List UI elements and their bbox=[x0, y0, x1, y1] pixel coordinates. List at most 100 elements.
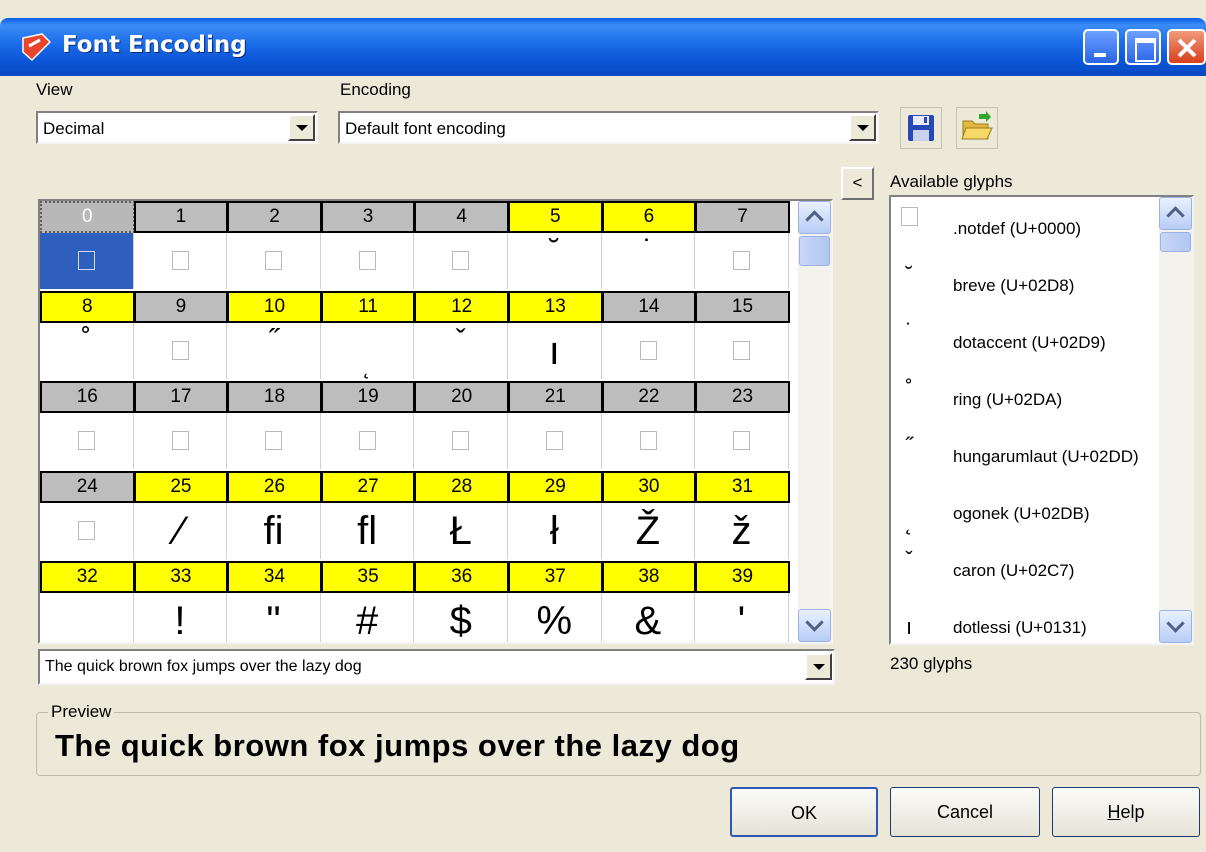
glyph-cell[interactable] bbox=[695, 323, 789, 379]
chevron-down-icon[interactable] bbox=[288, 114, 315, 141]
glyph-cell[interactable]: ˛ bbox=[321, 323, 415, 379]
glyph-cell[interactable] bbox=[602, 323, 696, 379]
scroll-thumb[interactable] bbox=[799, 236, 830, 266]
code-header[interactable]: 3 bbox=[320, 201, 416, 233]
code-header[interactable]: 32 bbox=[40, 561, 135, 593]
code-header[interactable]: 7 bbox=[695, 201, 790, 233]
glyph-cell[interactable] bbox=[227, 413, 321, 469]
code-header[interactable]: 5 bbox=[508, 201, 603, 233]
glyph-cell[interactable] bbox=[40, 413, 134, 469]
glyph-list-item[interactable]: ˙ dotaccent (U+02D9) bbox=[891, 311, 1156, 369]
glyph-cell[interactable] bbox=[40, 233, 134, 289]
glyph-cell[interactable] bbox=[321, 413, 415, 469]
collapse-panel-button[interactable]: < bbox=[841, 167, 874, 200]
code-header[interactable]: 0 bbox=[40, 201, 135, 233]
glyph-cell[interactable]: Ž bbox=[602, 503, 696, 559]
minimize-button[interactable] bbox=[1083, 29, 1119, 65]
code-header[interactable]: 20 bbox=[414, 381, 509, 413]
glyph-cell[interactable]: " bbox=[227, 593, 321, 642]
code-header[interactable]: 26 bbox=[227, 471, 322, 503]
glyph-cell[interactable]: ' bbox=[695, 593, 789, 642]
glyph-cell[interactable]: ˚ bbox=[40, 323, 134, 379]
code-header[interactable]: 29 bbox=[508, 471, 603, 503]
code-header[interactable]: 17 bbox=[133, 381, 229, 413]
view-select[interactable]: Decimal bbox=[36, 111, 318, 144]
glyph-cell[interactable]: ı bbox=[508, 323, 602, 379]
glyph-cell[interactable] bbox=[134, 323, 228, 379]
glyph-list-item[interactable]: ˘ breve (U+02D8) bbox=[891, 254, 1156, 312]
glyph-cell[interactable]: # bbox=[321, 593, 415, 642]
code-header[interactable]: 27 bbox=[320, 471, 416, 503]
glyph-list-item[interactable]: ˇ caron (U+02C7) bbox=[891, 539, 1156, 597]
open-button[interactable] bbox=[956, 107, 998, 149]
code-header[interactable]: 18 bbox=[227, 381, 322, 413]
glyph-cell[interactable]: Ł bbox=[414, 503, 508, 559]
help-button[interactable]: Help bbox=[1052, 787, 1200, 837]
code-header[interactable]: 12 bbox=[414, 291, 509, 323]
glyph-cell[interactable]: ˝ bbox=[227, 323, 321, 379]
code-header[interactable]: 14 bbox=[601, 291, 697, 323]
code-header[interactable]: 8 bbox=[40, 291, 135, 323]
code-header[interactable]: 39 bbox=[695, 561, 790, 593]
scroll-up-button[interactable] bbox=[1159, 197, 1192, 230]
sample-text-select[interactable]: The quick brown fox jumps over the lazy … bbox=[38, 649, 835, 685]
cancel-button[interactable]: Cancel bbox=[890, 787, 1040, 837]
glyph-cell[interactable]: ! bbox=[134, 593, 228, 642]
code-header[interactable]: 37 bbox=[508, 561, 603, 593]
encoding-select[interactable]: Default font encoding bbox=[338, 111, 879, 144]
save-button[interactable] bbox=[900, 107, 942, 149]
glyph-cell[interactable] bbox=[40, 503, 134, 559]
glyph-cell[interactable] bbox=[134, 413, 228, 469]
glyph-cell[interactable]: & bbox=[602, 593, 696, 642]
code-header[interactable]: 1 bbox=[133, 201, 229, 233]
code-header[interactable]: 25 bbox=[133, 471, 229, 503]
glyph-cell[interactable]: % bbox=[508, 593, 602, 642]
scroll-up-button[interactable] bbox=[798, 201, 831, 234]
grid-scrollbar[interactable] bbox=[798, 201, 831, 642]
code-header[interactable]: 15 bbox=[695, 291, 790, 323]
code-header[interactable]: 28 bbox=[414, 471, 509, 503]
code-header[interactable]: 19 bbox=[320, 381, 416, 413]
glyph-cell[interactable] bbox=[414, 413, 508, 469]
code-header[interactable]: 21 bbox=[508, 381, 603, 413]
chevron-down-icon[interactable] bbox=[805, 653, 832, 680]
glyph-list-item[interactable]: ˛ ogonek (U+02DB) bbox=[891, 482, 1156, 540]
glyph-cell[interactable] bbox=[695, 233, 789, 289]
glyph-cell[interactable]: fl bbox=[321, 503, 415, 559]
glyph-cell[interactable]: fi bbox=[227, 503, 321, 559]
glyph-cell[interactable]: ˙ bbox=[602, 233, 696, 289]
code-header[interactable]: 34 bbox=[227, 561, 322, 593]
code-header[interactable]: 36 bbox=[414, 561, 509, 593]
code-header[interactable]: 16 bbox=[40, 381, 135, 413]
code-header[interactable]: 30 bbox=[601, 471, 697, 503]
glyph-cell[interactable]: ž bbox=[695, 503, 789, 559]
code-header[interactable]: 9 bbox=[133, 291, 229, 323]
glyph-cell[interactable] bbox=[40, 593, 134, 642]
glyph-cell[interactable] bbox=[134, 233, 228, 289]
scroll-thumb[interactable] bbox=[1160, 232, 1191, 252]
code-header[interactable]: 11 bbox=[320, 291, 416, 323]
glyph-list-item[interactable]: .notdef (U+0000) bbox=[891, 197, 1156, 255]
code-header[interactable]: 2 bbox=[227, 201, 322, 233]
scroll-down-button[interactable] bbox=[1159, 610, 1192, 643]
glyph-cell[interactable] bbox=[508, 413, 602, 469]
glyph-cell[interactable]: ł bbox=[508, 503, 602, 559]
code-header[interactable]: 31 bbox=[695, 471, 790, 503]
glyph-cell[interactable] bbox=[695, 413, 789, 469]
code-header[interactable]: 13 bbox=[508, 291, 603, 323]
glyph-cell[interactable]: ˘ bbox=[508, 233, 602, 289]
code-header[interactable]: 4 bbox=[414, 201, 509, 233]
glyph-cell[interactable]: ⁄ bbox=[134, 503, 228, 559]
code-header[interactable]: 33 bbox=[133, 561, 229, 593]
code-header[interactable]: 38 bbox=[601, 561, 697, 593]
ok-button[interactable]: OK bbox=[730, 787, 878, 837]
code-header[interactable]: 35 bbox=[320, 561, 416, 593]
glyph-cell[interactable]: $ bbox=[414, 593, 508, 642]
glyph-cell[interactable] bbox=[227, 233, 321, 289]
glyph-list-item[interactable]: ˚ ring (U+02DA) bbox=[891, 368, 1156, 426]
code-header[interactable]: 10 bbox=[227, 291, 322, 323]
code-header[interactable]: 24 bbox=[40, 471, 135, 503]
code-header[interactable]: 22 bbox=[601, 381, 697, 413]
glyph-list-item[interactable]: ˝ hungarumlaut (U+02DD) bbox=[891, 425, 1156, 483]
glyph-cell[interactable] bbox=[321, 233, 415, 289]
